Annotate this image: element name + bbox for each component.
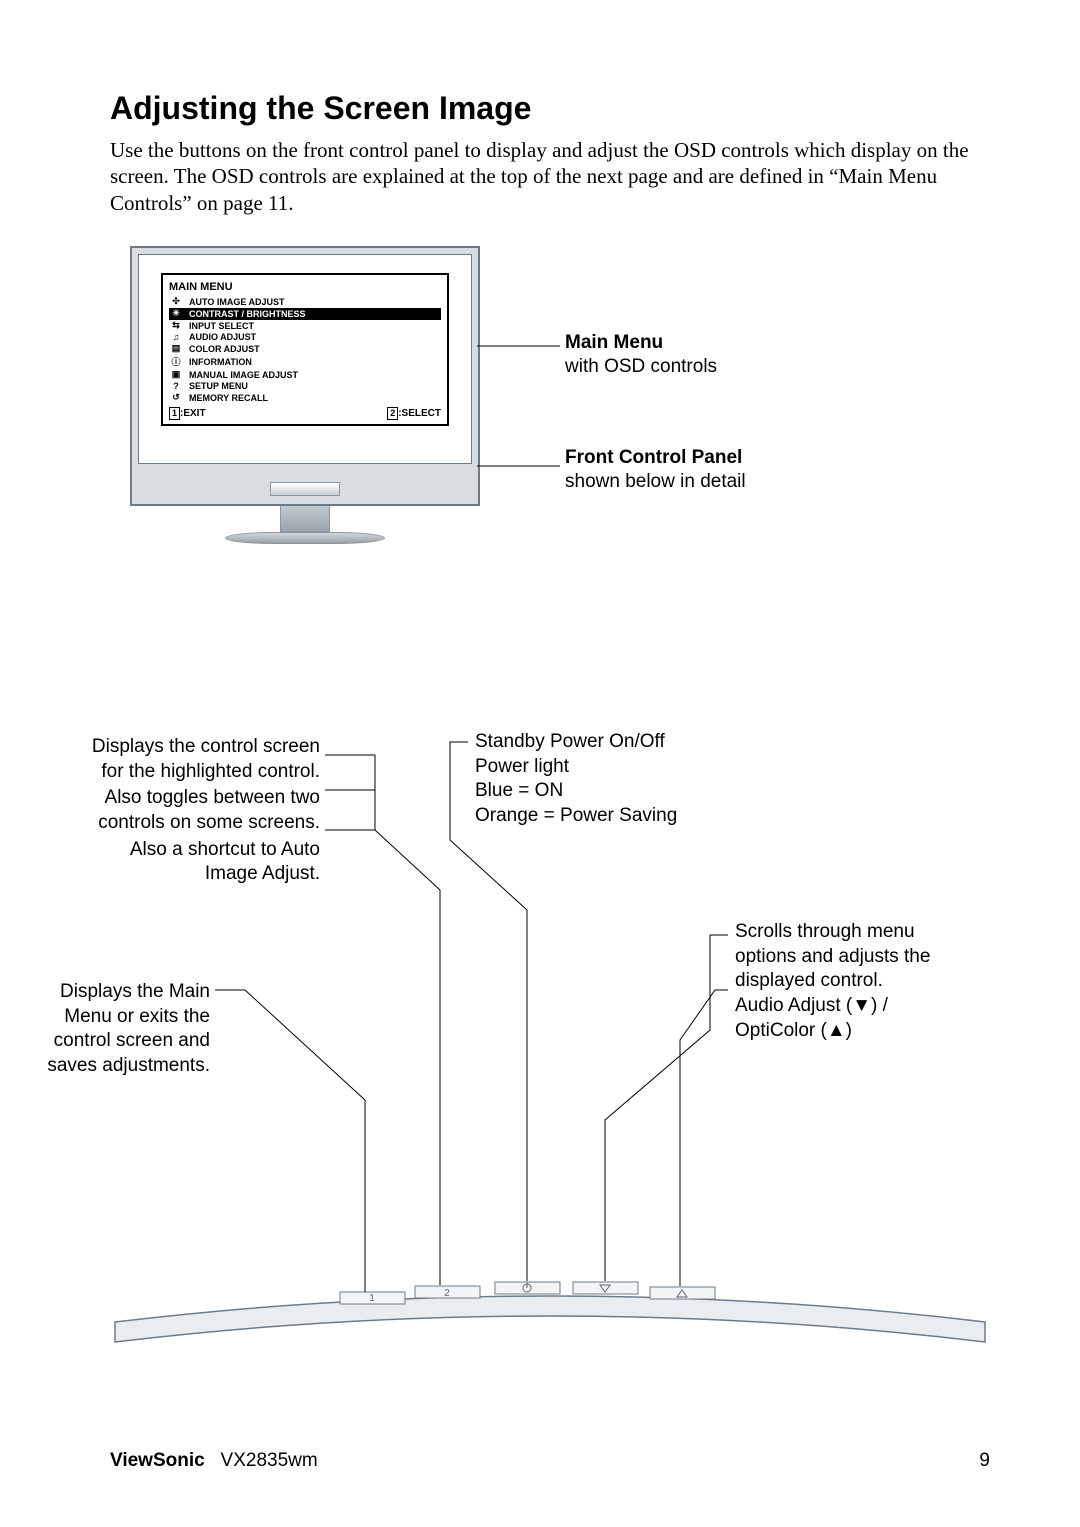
svg-text:1: 1 xyxy=(369,1293,375,1304)
monitor-logo xyxy=(270,482,340,496)
osd-item-5: ⓘ INFORMATION xyxy=(169,355,441,369)
osd-item-icon: ▤ xyxy=(169,343,183,354)
callout-button2-line3: Also a shortcut to Auto Image Adjust. xyxy=(90,838,320,887)
osd-key-2: 2 xyxy=(387,407,398,420)
callout-button1: Displays the Main Menu or exits the cont… xyxy=(30,980,210,1079)
osd-item-label: AUTO IMAGE ADJUST xyxy=(189,297,285,307)
callout-power-line3: Blue = ON xyxy=(475,779,775,804)
osd-item-2: ⇆ INPUT SELECT xyxy=(169,320,441,332)
osd-item-icon: ⇆ xyxy=(169,320,183,331)
page-heading: Adjusting the Screen Image xyxy=(110,90,990,127)
osd-item-label: AUDIO ADJUST xyxy=(189,332,256,342)
osd-item-label: CONTRAST / BRIGHTNESS xyxy=(189,309,306,319)
osd-exit-label: :EXIT xyxy=(180,408,206,419)
callout-power-line2: Power light xyxy=(475,755,775,780)
osd-item-icon: ? xyxy=(169,381,183,391)
osd-item-icon: ♫ xyxy=(169,332,183,342)
osd-item-8: ↺ MEMORY RECALL xyxy=(169,392,441,404)
svg-text:2: 2 xyxy=(444,1288,450,1299)
page-footer: ViewSonic VX2835wm 9 xyxy=(110,1450,990,1472)
osd-key-1: 1 xyxy=(169,407,180,420)
osd-title: MAIN MENU xyxy=(169,281,441,293)
osd-item-icon: ⓘ xyxy=(169,355,183,368)
osd-select-label: :SELECT xyxy=(398,408,441,419)
label-front-panel-title: Front Control Panel xyxy=(565,446,746,471)
callout-button1-text: Displays the Main Menu or exits the cont… xyxy=(30,980,210,1079)
osd-item-label: SETUP MENU xyxy=(189,381,248,391)
osd-item-icon: ▣ xyxy=(169,369,183,380)
osd-footer: 1:EXIT 2:SELECT xyxy=(169,407,441,420)
footer-model: VX2835wm xyxy=(221,1450,318,1471)
front-panel-figure: 1 2 xyxy=(110,730,990,1350)
osd-item-7: ? SETUP MENU xyxy=(169,381,441,392)
label-main-menu-title: Main Menu xyxy=(565,331,717,356)
callout-power-line4: Orange = Power Saving xyxy=(475,804,775,829)
osd-item-0: ✣ AUTO IMAGE ADJUST xyxy=(169,296,441,308)
osd-item-icon: ☀ xyxy=(169,308,183,319)
label-front-panel: Front Control Panel shown below in detai… xyxy=(565,446,746,495)
footer-brand: ViewSonic xyxy=(110,1450,205,1471)
osd-item-label: MEMORY RECALL xyxy=(189,393,268,403)
callout-button2-line2: Also toggles between two controls on som… xyxy=(90,786,320,835)
label-main-menu-sub: with OSD controls xyxy=(565,355,717,380)
osd-item-6: ▣ MANUAL IMAGE ADJUST xyxy=(169,369,441,381)
osd-item-4: ▤ COLOR ADJUST xyxy=(169,343,441,355)
osd-item-icon: ✣ xyxy=(169,296,183,307)
intro-paragraph: Use the buttons on the front control pan… xyxy=(110,137,990,216)
osd-item-1: ☀ CONTRAST / BRIGHTNESS xyxy=(169,308,441,320)
callout-button2-line1: Displays the control screen for the high… xyxy=(90,735,320,784)
callout-arrows: Scrolls through menu options and adjusts… xyxy=(735,920,965,1043)
callout-arrows-line1: Scrolls through menu options and adjusts… xyxy=(735,920,965,994)
osd-item-label: COLOR ADJUST xyxy=(189,344,260,354)
label-main-menu: Main Menu with OSD controls xyxy=(565,331,717,380)
osd-item-label: INPUT SELECT xyxy=(189,321,254,331)
callout-arrows-line2: Audio Adjust (▼) / OptiColor (▲) xyxy=(735,994,965,1043)
monitor-figure: MAIN MENU ✣ AUTO IMAGE ADJUST ☀ CONTRAST / … xyxy=(110,246,990,596)
osd-item-label: INFORMATION xyxy=(189,357,252,367)
footer-page-number: 9 xyxy=(979,1450,990,1472)
osd-item-label: MANUAL IMAGE ADJUST xyxy=(189,370,298,380)
osd-item-icon: ↺ xyxy=(169,392,183,403)
monitor-stand xyxy=(225,506,385,556)
callout-button2: Displays the control screen for the high… xyxy=(90,735,320,887)
callout-power: Standby Power On/Off Power light Blue = … xyxy=(475,730,775,829)
label-front-panel-sub: shown below in detail xyxy=(565,470,746,495)
osd-menu: MAIN MENU ✣ AUTO IMAGE ADJUST ☀ CONTRAST / … xyxy=(161,273,449,426)
monitor-bezel: MAIN MENU ✣ AUTO IMAGE ADJUST ☀ CONTRAST / … xyxy=(130,246,480,506)
monitor-screen: MAIN MENU ✣ AUTO IMAGE ADJUST ☀ CONTRAST / … xyxy=(138,254,472,464)
callout-power-line1: Standby Power On/Off xyxy=(475,730,775,755)
osd-item-3: ♫ AUDIO ADJUST xyxy=(169,332,441,343)
